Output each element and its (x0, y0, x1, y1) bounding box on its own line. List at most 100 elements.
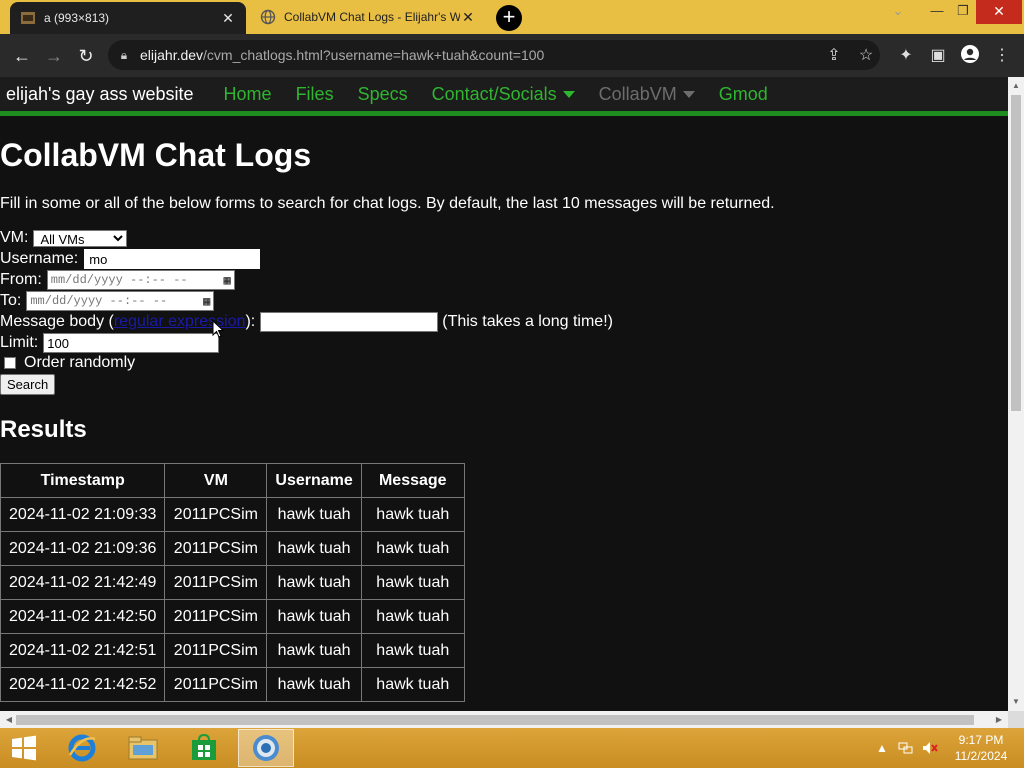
scroll-left-arrow-icon[interactable]: ◀ (2, 711, 16, 728)
show-hidden-icons-icon[interactable]: ▲ (876, 728, 888, 768)
store-icon[interactable] (176, 729, 232, 767)
volume-muted-icon[interactable] (922, 728, 938, 768)
image-favicon-icon (20, 10, 36, 26)
nav-files[interactable]: Files (296, 84, 334, 105)
vertical-scrollbar[interactable]: ▲ ▼ (1008, 77, 1024, 711)
username-label: Username: (0, 250, 79, 267)
tab-search-chevron-icon[interactable]: ⌄ (888, 0, 908, 24)
browser-tab-chatlogs[interactable]: CollabVM Chat Logs - Elijahr's W ✕ (250, 0, 486, 34)
nav-label: Specs (357, 83, 408, 104)
forward-arrow-icon[interactable]: → (42, 44, 66, 68)
timestamp-cell: 2024-11-02 21:09:33 (0, 497, 166, 532)
order-randomly-label: Order randomly (24, 354, 136, 371)
new-tab-button[interactable]: + (496, 5, 522, 31)
regex-help-link[interactable]: regular expression (114, 313, 246, 331)
username-cell: hawk tuah (266, 531, 362, 566)
username-input[interactable] (82, 247, 263, 271)
table-row: 2024-11-02 21:42:52 2011PCSim hawk tuah haw… (0, 667, 465, 702)
calendar-icon[interactable]: ▦ (224, 273, 231, 288)
nav-label: CollabVM (598, 83, 677, 104)
results-table: Timestamp VM Username Message 2024-11-02… (0, 463, 465, 702)
scroll-right-arrow-icon[interactable]: ▶ (992, 711, 1006, 728)
random-row: Order randomly (0, 354, 135, 372)
limit-label: Limit: (0, 334, 39, 351)
vm-cell: 2011PCSim (164, 633, 268, 668)
chrome-taskbar-icon[interactable] (238, 729, 294, 767)
browser-tab-image[interactable]: a (993×813) ✕ (10, 2, 246, 34)
column-header: Username (266, 463, 362, 498)
start-button[interactable] (0, 729, 48, 767)
nav-gmod[interactable]: Gmod (719, 84, 768, 105)
timestamp-cell: 2024-11-02 21:09:36 (0, 531, 166, 566)
intro-text: Fill in some or all of the below forms t… (0, 195, 775, 212)
horizontal-scrollbar[interactable]: ◀ ▶ (0, 711, 1008, 728)
scroll-down-arrow-icon[interactable]: ▼ (1008, 695, 1024, 709)
timestamp-cell: 2024-11-02 21:42:51 (0, 633, 166, 668)
close-tab-icon[interactable]: ✕ (220, 10, 236, 27)
message-cell: hawk tuah (360, 497, 465, 532)
username-cell: hawk tuah (266, 497, 362, 532)
caret-down-icon (562, 90, 575, 98)
vertical-scroll-thumb[interactable] (1011, 95, 1021, 411)
bookmark-star-icon[interactable]: ☆ (854, 44, 878, 68)
message-body-input[interactable] (260, 312, 439, 332)
search-row: Search (0, 374, 56, 395)
side-panel-icon[interactable]: ▣ (926, 44, 950, 68)
menu-kebab-icon[interactable]: ⋮ (990, 44, 1014, 68)
back-arrow-icon[interactable]: ← (10, 44, 34, 68)
search-button[interactable]: Search (0, 374, 56, 395)
address-bar[interactable]: 🔒︎ elijahr.dev /cvm_chatlogs.html?userna… (108, 40, 880, 70)
table-row: 2024-11-02 21:42:50 2011PCSim hawk tuah haw… (0, 599, 465, 634)
to-row: To: mm/dd/yyyy --:-- -- ▦ (0, 291, 215, 311)
extensions-icon[interactable]: ✦ (894, 44, 918, 68)
results-heading: Results (0, 416, 87, 443)
vm-select[interactable]: All VMs (33, 229, 128, 247)
username-row: Username: (0, 247, 263, 271)
close-window-button[interactable]: ✕ (976, 0, 1022, 24)
table-row: 2024-11-02 21:42:51 2011PCSim hawk tuah haw… (0, 633, 465, 668)
nav-label: Gmod (718, 83, 768, 104)
from-datetime-input[interactable]: mm/dd/yyyy --:-- -- ▦ (46, 270, 235, 290)
taskbar-clock[interactable]: 9:17 PM 11/2/2024 (948, 732, 1014, 764)
reload-icon[interactable]: ↻ (74, 44, 98, 68)
limit-input[interactable] (43, 333, 220, 353)
internet-explorer-icon[interactable] (54, 729, 110, 767)
site-brand[interactable]: elijah's gay ass website (6, 84, 194, 105)
tab-title: a (993×813) (44, 11, 110, 25)
lock-icon[interactable]: 🔒︎ (108, 48, 140, 63)
nav-home[interactable]: Home (224, 84, 272, 105)
nav-collabvm[interactable]: CollabVM (599, 84, 695, 105)
page-viewport: elijah's gay ass website Home Files Spec… (0, 77, 1008, 711)
nav-specs[interactable]: Specs (358, 84, 408, 105)
to-datetime-input[interactable]: mm/dd/yyyy --:-- -- ▦ (26, 291, 215, 311)
minimize-button[interactable]: — (924, 0, 950, 24)
timestamp-cell: 2024-11-02 21:42:52 (0, 667, 166, 702)
order-randomly-checkbox[interactable] (4, 357, 16, 369)
vm-row: VM: All VMs (0, 229, 128, 247)
page-title: CollabVM Chat Logs (0, 137, 312, 173)
vm-cell: 2011PCSim (164, 497, 268, 532)
scroll-up-arrow-icon[interactable]: ▲ (1008, 79, 1024, 93)
network-icon[interactable] (898, 728, 914, 768)
share-icon[interactable]: ⇪ (822, 44, 846, 68)
username-cell: hawk tuah (266, 599, 362, 634)
vm-cell: 2011PCSim (164, 599, 268, 634)
message-row: Message body ( regular expression ): (Th… (0, 312, 613, 332)
message-note: (This takes a long time!) (442, 313, 613, 330)
nav-label: Home (223, 83, 272, 104)
horizontal-scroll-thumb[interactable] (16, 715, 974, 725)
clock-time: 9:17 PM (958, 733, 1004, 747)
restore-button[interactable]: ❐ (950, 0, 976, 24)
limit-row: Limit: (0, 333, 220, 353)
calendar-icon[interactable]: ▦ (203, 294, 210, 309)
file-explorer-icon[interactable] (115, 729, 171, 767)
close-tab-icon[interactable]: ✕ (460, 9, 476, 26)
nav-contact-socials[interactable]: Contact/Socials (432, 84, 575, 105)
profile-avatar-icon[interactable] (958, 44, 982, 68)
from-row: From: mm/dd/yyyy --:-- -- ▦ (0, 270, 235, 290)
from-label: From: (0, 271, 42, 288)
windows-logo-icon (12, 735, 36, 761)
timestamp-cell: 2024-11-02 21:42:50 (0, 599, 166, 634)
message-label-prefix: Message body ( (0, 313, 114, 330)
username-cell: hawk tuah (266, 667, 362, 702)
